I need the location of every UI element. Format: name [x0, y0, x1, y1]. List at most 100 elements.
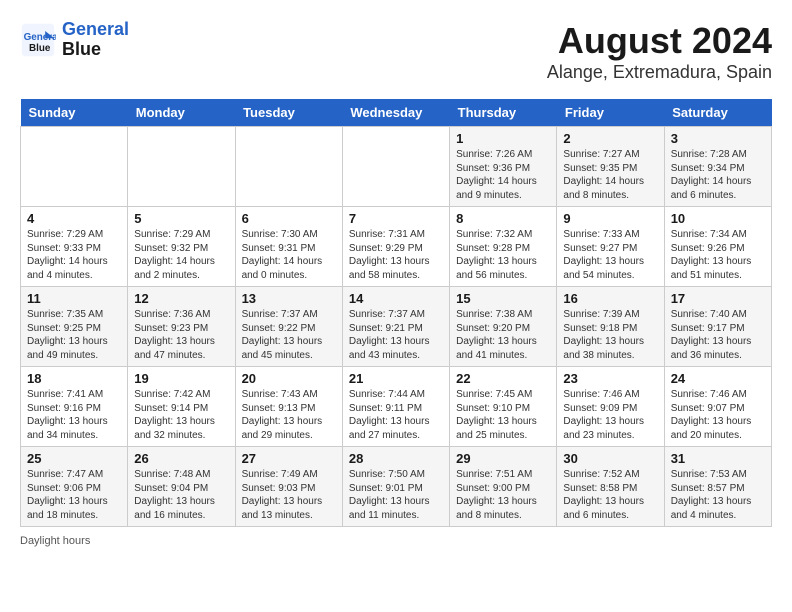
day-header-sunday: Sunday: [21, 99, 128, 127]
calendar-cell: 13Sunrise: 7:37 AM Sunset: 9:22 PM Dayli…: [235, 287, 342, 367]
day-detail: Sunrise: 7:51 AM Sunset: 9:00 PM Dayligh…: [456, 468, 550, 522]
day-number: 30: [563, 451, 657, 466]
header: General Blue GeneralBlue August 2024 Ala…: [20, 20, 772, 83]
title-block: August 2024 Alange, Extremadura, Spain: [547, 20, 772, 83]
day-detail: Sunrise: 7:37 AM Sunset: 9:22 PM Dayligh…: [242, 308, 336, 362]
day-number: 12: [134, 291, 228, 306]
calendar-table: SundayMondayTuesdayWednesdayThursdayFrid…: [20, 99, 772, 527]
day-number: 26: [134, 451, 228, 466]
day-detail: Sunrise: 7:34 AM Sunset: 9:26 PM Dayligh…: [671, 228, 765, 282]
day-number: 7: [349, 211, 443, 226]
calendar-cell: 9 Sunrise: 7:33 AM Sunset: 9:27 PM Daylig…: [557, 207, 664, 287]
calendar-cell: 22 Sunrise: 7:45 AM Sunset: 9:10 PM Dayli…: [450, 367, 557, 447]
day-header-thursday: Thursday: [450, 99, 557, 127]
day-detail: Sunrise: 7:44 AM Sunset: 9:11 PM Dayligh…: [349, 388, 443, 442]
calendar-cell: 19 Sunrise: 7:42 AM Sunset: 9:14 PM Dayli…: [128, 367, 235, 447]
day-detail: Sunrise: 7:53 AM Sunset: 8:57 PM Dayligh…: [671, 468, 765, 522]
day-number: 31: [671, 451, 765, 466]
day-number: 15: [456, 291, 550, 306]
day-number: 25: [27, 451, 121, 466]
page-title: August 2024: [547, 20, 772, 62]
week-row-2: 4 Sunrise: 7:29 AM Sunset: 9:33 PM Daylig…: [21, 207, 772, 287]
day-detail: Sunrise: 7:31 AM Sunset: 9:29 PM Dayligh…: [349, 228, 443, 282]
footer-note: Daylight hours: [20, 535, 772, 547]
svg-text:Blue: Blue: [29, 43, 51, 54]
calendar-cell: [342, 127, 449, 207]
day-detail: Sunrise: 7:28 AM Sunset: 9:34 PM Dayligh…: [671, 148, 765, 202]
day-number: 17: [671, 291, 765, 306]
day-detail: Sunrise: 7:38 AM Sunset: 9:20 PM Dayligh…: [456, 308, 550, 362]
day-detail: Sunrise: 7:46 AM Sunset: 9:09 PM Dayligh…: [563, 388, 657, 442]
day-number: 28: [349, 451, 443, 466]
calendar-cell: 27Sunrise: 7:49 AM Sunset: 9:03 PM Dayli…: [235, 447, 342, 527]
calendar-cell: [21, 127, 128, 207]
day-number: 9: [563, 211, 657, 226]
calendar-cell: 28 Sunrise: 7:50 AM Sunset: 9:01 PM Dayli…: [342, 447, 449, 527]
day-detail: Sunrise: 7:46 AM Sunset: 9:07 PM Dayligh…: [671, 388, 765, 442]
day-detail: Sunrise: 7:40 AM Sunset: 9:17 PM Dayligh…: [671, 308, 765, 362]
day-number: 23: [563, 371, 657, 386]
day-detail: Sunrise: 7:49 AM Sunset: 9:03 PM Dayligh…: [242, 468, 336, 522]
calendar-cell: 3 Sunrise: 7:28 AM Sunset: 9:34 PM Daylig…: [664, 127, 771, 207]
calendar-cell: 8Sunrise: 7:32 AM Sunset: 9:28 PM Daylig…: [450, 207, 557, 287]
day-number: 16: [563, 291, 657, 306]
calendar-cell: 12 Sunrise: 7:36 AM Sunset: 9:23 PM Dayli…: [128, 287, 235, 367]
calendar-cell: 29 Sunrise: 7:51 AM Sunset: 9:00 PM Dayli…: [450, 447, 557, 527]
calendar-cell: 24Sunrise: 7:46 AM Sunset: 9:07 PM Dayli…: [664, 367, 771, 447]
day-header-wednesday: Wednesday: [342, 99, 449, 127]
day-number: 19: [134, 371, 228, 386]
calendar-cell: 18 Sunrise: 7:41 AM Sunset: 9:16 PM Dayli…: [21, 367, 128, 447]
day-header-row: SundayMondayTuesdayWednesdayThursdayFrid…: [21, 99, 772, 127]
day-header-saturday: Saturday: [664, 99, 771, 127]
day-detail: Sunrise: 7:33 AM Sunset: 9:27 PM Dayligh…: [563, 228, 657, 282]
calendar-cell: 17 Sunrise: 7:40 AM Sunset: 9:17 PM Dayli…: [664, 287, 771, 367]
calendar-cell: 10 Sunrise: 7:34 AM Sunset: 9:26 PM Dayli…: [664, 207, 771, 287]
day-detail: Sunrise: 7:30 AM Sunset: 9:31 PM Dayligh…: [242, 228, 336, 282]
day-detail: Sunrise: 7:26 AM Sunset: 9:36 PM Dayligh…: [456, 148, 550, 202]
calendar-cell: 7 Sunrise: 7:31 AM Sunset: 9:29 PM Daylig…: [342, 207, 449, 287]
calendar-cell: 11 Sunrise: 7:35 AM Sunset: 9:25 PM Dayli…: [21, 287, 128, 367]
day-number: 20: [242, 371, 336, 386]
logo-icon: General Blue: [20, 22, 56, 58]
day-number: 3: [671, 131, 765, 146]
day-detail: Sunrise: 7:36 AM Sunset: 9:23 PM Dayligh…: [134, 308, 228, 362]
calendar-cell: 30Sunrise: 7:52 AM Sunset: 8:58 PM Dayli…: [557, 447, 664, 527]
day-detail: Sunrise: 7:47 AM Sunset: 9:06 PM Dayligh…: [27, 468, 121, 522]
calendar-cell: 2Sunrise: 7:27 AM Sunset: 9:35 PM Daylig…: [557, 127, 664, 207]
day-detail: Sunrise: 7:39 AM Sunset: 9:18 PM Dayligh…: [563, 308, 657, 362]
day-number: 11: [27, 291, 121, 306]
day-detail: Sunrise: 7:48 AM Sunset: 9:04 PM Dayligh…: [134, 468, 228, 522]
day-detail: Sunrise: 7:50 AM Sunset: 9:01 PM Dayligh…: [349, 468, 443, 522]
day-detail: Sunrise: 7:42 AM Sunset: 9:14 PM Dayligh…: [134, 388, 228, 442]
day-number: 18: [27, 371, 121, 386]
day-number: 4: [27, 211, 121, 226]
day-number: 29: [456, 451, 550, 466]
day-detail: Sunrise: 7:41 AM Sunset: 9:16 PM Dayligh…: [27, 388, 121, 442]
calendar-cell: 26 Sunrise: 7:48 AM Sunset: 9:04 PM Dayli…: [128, 447, 235, 527]
day-detail: Sunrise: 7:29 AM Sunset: 9:33 PM Dayligh…: [27, 228, 121, 282]
calendar-cell: 5Sunrise: 7:29 AM Sunset: 9:32 PM Daylig…: [128, 207, 235, 287]
day-detail: Sunrise: 7:43 AM Sunset: 9:13 PM Dayligh…: [242, 388, 336, 442]
calendar-cell: [128, 127, 235, 207]
day-detail: Sunrise: 7:35 AM Sunset: 9:25 PM Dayligh…: [27, 308, 121, 362]
calendar-cell: 1Sunrise: 7:26 AM Sunset: 9:36 PM Daylig…: [450, 127, 557, 207]
day-detail: Sunrise: 7:45 AM Sunset: 9:10 PM Dayligh…: [456, 388, 550, 442]
week-row-5: 25 Sunrise: 7:47 AM Sunset: 9:06 PM Dayli…: [21, 447, 772, 527]
calendar-cell: [235, 127, 342, 207]
calendar-cell: 25 Sunrise: 7:47 AM Sunset: 9:06 PM Dayli…: [21, 447, 128, 527]
day-header-monday: Monday: [128, 99, 235, 127]
day-number: 2: [563, 131, 657, 146]
calendar-cell: 16 Sunrise: 7:39 AM Sunset: 9:18 PM Dayli…: [557, 287, 664, 367]
day-detail: Sunrise: 7:37 AM Sunset: 9:21 PM Dayligh…: [349, 308, 443, 362]
calendar-cell: 23 Sunrise: 7:46 AM Sunset: 9:09 PM Dayli…: [557, 367, 664, 447]
calendar-cell: 31 Sunrise: 7:53 AM Sunset: 8:57 PM Dayli…: [664, 447, 771, 527]
day-header-tuesday: Tuesday: [235, 99, 342, 127]
logo: General Blue GeneralBlue: [20, 20, 129, 60]
week-row-1: 1Sunrise: 7:26 AM Sunset: 9:36 PM Daylig…: [21, 127, 772, 207]
day-number: 21: [349, 371, 443, 386]
day-number: 22: [456, 371, 550, 386]
logo-name: GeneralBlue: [62, 20, 129, 60]
day-number: 8: [456, 211, 550, 226]
day-number: 10: [671, 211, 765, 226]
calendar-cell: 6Sunrise: 7:30 AM Sunset: 9:31 PM Daylig…: [235, 207, 342, 287]
